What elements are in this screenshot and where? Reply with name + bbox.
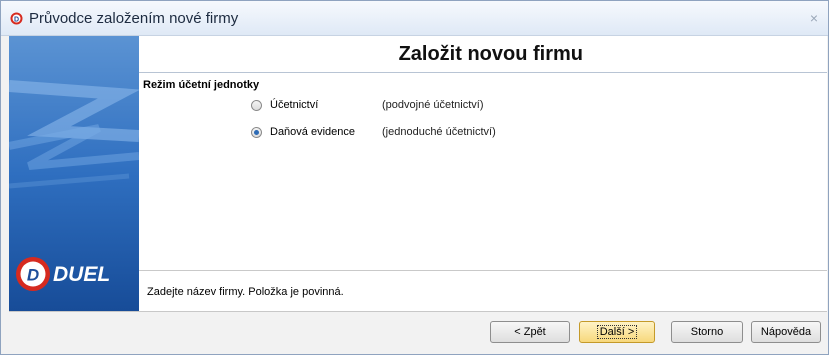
- close-icon[interactable]: ×: [810, 10, 818, 26]
- page-title: Založit novou firmu: [398, 43, 583, 65]
- wizard-sidebar: D DUEL: [9, 36, 139, 311]
- mode-group-label: Režim účetní jednotky: [143, 79, 260, 91]
- option-ucetnictvi[interactable]: Účetnictví (podvojné účetnictví): [139, 97, 827, 115]
- divider: [139, 72, 827, 73]
- back-button[interactable]: < Zpět: [490, 321, 570, 343]
- divider: [139, 270, 827, 271]
- back-button-label: < Zpět: [514, 326, 546, 338]
- logo-letter: D: [27, 266, 39, 285]
- svg-text:D: D: [14, 16, 19, 23]
- duel-app-icon: D: [10, 12, 23, 25]
- radio-danova-evidence[interactable]: [251, 127, 262, 138]
- next-button-label: Další >: [596, 325, 638, 339]
- radio-label[interactable]: Účetnictví: [270, 99, 318, 111]
- option-danova-evidence[interactable]: Daňová evidence (jednoduché účetnictví): [139, 124, 827, 142]
- logo-text: DUEL: [53, 263, 110, 286]
- help-button[interactable]: Nápověda: [751, 321, 821, 343]
- radio-label[interactable]: Daňová evidence: [270, 126, 355, 138]
- duel-logo: D DUEL: [16, 257, 110, 291]
- sidebar-banner: D DUEL: [9, 36, 139, 311]
- cancel-button[interactable]: Storno: [671, 321, 743, 343]
- radio-note: (podvojné účetnictví): [382, 99, 484, 111]
- wizard-window: D Průvodce založením nové firmy × D DUEL: [0, 0, 829, 355]
- radio-note: (jednoduché účetnictví): [382, 126, 496, 138]
- window-title: Průvodce založením nové firmy: [29, 10, 239, 27]
- cancel-button-label: Storno: [690, 326, 724, 338]
- help-button-label: Nápověda: [760, 326, 812, 338]
- divider: [9, 311, 827, 312]
- title-bar: D Průvodce založením nové firmy ×: [1, 1, 828, 36]
- hint-text: Zadejte název firmy. Položka je povinná.: [147, 286, 344, 298]
- wizard-content: Založit novou firmu Režim účetní jednotk…: [139, 36, 827, 311]
- radio-ucetnictvi[interactable]: [251, 100, 262, 111]
- next-button[interactable]: Další >: [579, 321, 655, 343]
